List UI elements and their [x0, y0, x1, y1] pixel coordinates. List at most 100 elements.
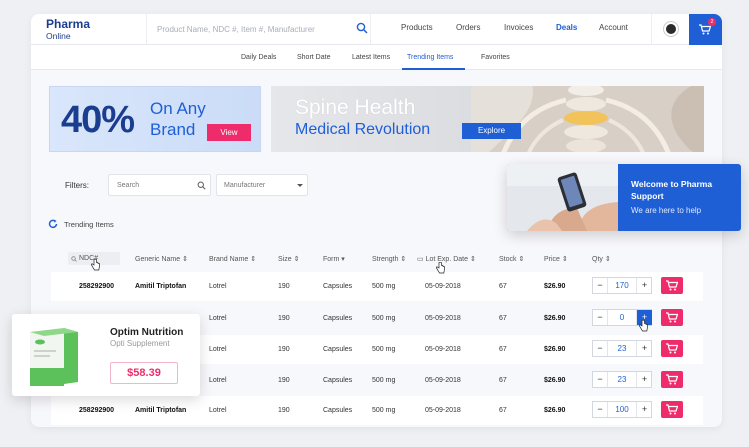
cell-exp-date: 05-09-2018 — [425, 407, 461, 414]
cell-strength: 500 mg — [372, 346, 396, 353]
cell-form: Capsules — [323, 346, 353, 353]
qty-minus-button[interactable]: − — [593, 402, 608, 417]
nav-invoices[interactable]: Invoices — [504, 23, 533, 32]
view-button[interactable]: View — [207, 124, 251, 141]
discount-line2: Brand — [150, 120, 196, 139]
cell-brand-name: Lotrel — [209, 283, 227, 290]
cell-generic-name: Amitil Triptofan — [135, 283, 187, 290]
qty-plus-button[interactable]: + — [636, 372, 652, 387]
header-lot-exp-date[interactable]: ▭ Lot Exp. Date ⇕ — [417, 255, 476, 263]
cell-price: $26.90 — [544, 407, 566, 414]
add-to-cart-button[interactable] — [661, 371, 683, 388]
nav-deals[interactable]: Deals — [556, 23, 577, 32]
tab-latest-items[interactable]: Latest Items — [352, 54, 390, 61]
table-row[interactable]: 258292900 Amitil Triptofan Lotrel 190 Ca… — [51, 396, 703, 425]
section-title: Trending Items — [64, 220, 114, 229]
header-stock[interactable]: Stock ⇕ — [499, 255, 524, 263]
qty-value[interactable]: 170 — [608, 278, 636, 293]
header-lot-exp-date-label: Lot Exp. Date — [425, 256, 468, 263]
header-form[interactable]: Form ▾ — [323, 255, 345, 263]
explore-button[interactable]: Explore — [462, 123, 521, 139]
active-tab-indicator — [402, 68, 465, 70]
product-price[interactable]: $58.39 — [110, 362, 178, 384]
cart-icon — [666, 374, 678, 385]
cell-stock: 67 — [499, 407, 507, 414]
cell-ndc: 258292900 — [79, 283, 115, 290]
header-strength-label: Strength — [372, 256, 399, 263]
nav-orders[interactable]: Orders — [456, 23, 480, 32]
cell-exp-date: 05-09-2018 — [425, 283, 461, 290]
header-size[interactable]: Size ⇕ — [278, 255, 299, 263]
sort-icon: ⇕ — [400, 256, 407, 263]
qty-minus-button[interactable]: − — [593, 341, 608, 356]
add-to-cart-button[interactable] — [661, 340, 683, 357]
header-qty[interactable]: Qty ⇕ — [592, 255, 611, 263]
support-photo — [507, 164, 618, 231]
product-name: Optim Nutrition — [110, 327, 184, 338]
qty-value[interactable]: 23 — [608, 372, 636, 387]
cell-strength: 500 mg — [372, 407, 396, 414]
manufacturer-select[interactable]: Manufacturer — [216, 174, 308, 196]
promo-banner-discount[interactable]: 40% On Any Brand View — [49, 86, 261, 152]
promo-banner-spine[interactable]: Spine Health Medical Revolution Explore — [271, 86, 704, 152]
qty-plus-button[interactable]: + — [636, 278, 652, 293]
header-price[interactable]: Price ⇕ — [544, 255, 568, 263]
header-strength[interactable]: Strength ⇕ — [372, 255, 406, 263]
qty-plus-button[interactable]: + — [636, 341, 652, 356]
calendar-icon: ▭ — [417, 256, 424, 263]
cell-size: 190 — [278, 407, 290, 414]
logo-line2[interactable]: Online — [46, 31, 71, 41]
cell-form: Capsules — [323, 283, 353, 290]
logo-line1[interactable]: Pharma — [46, 17, 90, 31]
header-size-label: Size — [278, 256, 292, 263]
qty-minus-button[interactable]: − — [593, 372, 608, 387]
cell-size: 190 — [278, 346, 290, 353]
tab-trending-items[interactable]: Trending Items — [407, 54, 453, 61]
chevron-down-icon — [297, 184, 303, 187]
qty-value[interactable]: 0 — [608, 310, 636, 325]
cart-icon — [666, 404, 678, 415]
quantity-stepper: − 170 + — [592, 277, 652, 294]
add-to-cart-button[interactable] — [661, 277, 683, 294]
support-card[interactable]: Welcome to Pharma Support We are here to… — [507, 164, 741, 231]
cart-icon — [666, 280, 678, 291]
tab-short-date[interactable]: Short Date — [297, 54, 330, 61]
nav-products[interactable]: Products — [401, 23, 433, 32]
cart-button[interactable]: 2 — [689, 14, 722, 45]
cell-brand-name: Lotrel — [209, 377, 227, 384]
product-card[interactable]: Optim Nutrition Opti Supplement $58.39 — [12, 314, 200, 396]
avatar[interactable] — [664, 22, 678, 36]
header-qty-label: Qty — [592, 256, 603, 263]
sort-icon: ⇕ — [182, 256, 188, 263]
qty-value[interactable]: 23 — [608, 341, 636, 356]
sort-icon: ⇕ — [561, 256, 568, 263]
search-input[interactable] — [157, 22, 337, 36]
deal-tabs: Daily Deals Short Date Latest Items Tren… — [31, 45, 722, 70]
search-icon[interactable] — [356, 22, 368, 34]
header-stock-label: Stock — [499, 256, 517, 263]
filter-search-input[interactable]: Search — [108, 174, 211, 196]
quantity-stepper: − 23 + — [592, 371, 652, 388]
add-to-cart-button[interactable] — [661, 309, 683, 326]
cell-exp-date: 05-09-2018 — [425, 377, 461, 384]
cart-badge: 2 — [708, 18, 716, 26]
header-generic-name[interactable]: Generic Name ⇕ — [135, 255, 188, 263]
product-subtitle: Opti Supplement — [110, 339, 170, 348]
discount-line1: On Any — [150, 99, 206, 118]
qty-value[interactable]: 100 — [608, 402, 636, 417]
qty-minus-button[interactable]: − — [593, 278, 608, 293]
qty-plus-button[interactable]: + — [636, 402, 652, 417]
cell-stock: 67 — [499, 283, 507, 290]
tab-favorites[interactable]: Favorites — [481, 54, 510, 61]
cell-brand-name: Lotrel — [209, 346, 227, 353]
header-brand-name[interactable]: Brand Name ⇕ — [209, 255, 256, 263]
cell-form: Capsules — [323, 407, 353, 414]
sort-icon: ⇕ — [293, 256, 300, 263]
add-to-cart-button[interactable] — [661, 401, 683, 418]
nav-account[interactable]: Account — [599, 23, 628, 32]
table-row[interactable]: 258292900 Amitil Triptofan Lotrel 190 Ca… — [51, 272, 703, 301]
cell-brand-name: Lotrel — [209, 315, 227, 322]
tab-daily-deals[interactable]: Daily Deals — [241, 54, 276, 61]
qty-minus-button[interactable]: − — [593, 310, 608, 325]
support-subtitle: We are here to help — [631, 206, 702, 215]
